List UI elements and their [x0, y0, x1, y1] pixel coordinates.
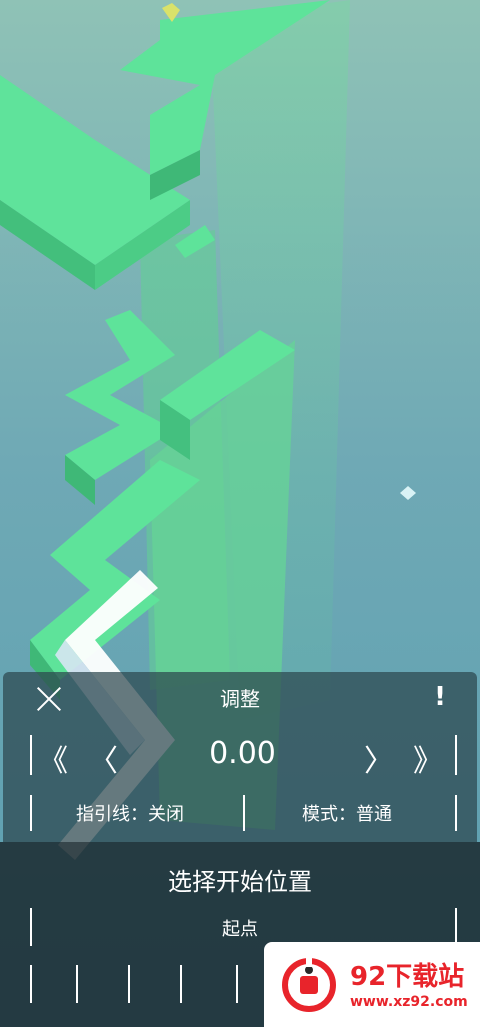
checkpoint-marker[interactable] — [236, 965, 238, 1003]
checkpoint-marker[interactable] — [30, 965, 32, 1003]
divider — [455, 795, 457, 831]
checkpoint-marker[interactable] — [128, 965, 130, 1003]
checkpoint-marker[interactable] — [180, 965, 182, 1003]
start-position-title: 选择开始位置 — [168, 868, 312, 896]
step-back-button[interactable]: 〈 — [88, 736, 118, 780]
mode-toggle[interactable]: 模式：普通 — [302, 800, 392, 826]
watermark-title: 92下载站 — [350, 962, 465, 992]
divider — [455, 735, 457, 775]
guideline-toggle[interactable]: 指引线：关闭 — [76, 800, 184, 826]
adjust-title: 调整 — [220, 687, 260, 711]
checkpoint-marker[interactable] — [76, 965, 78, 1003]
step-forward-button[interactable]: 〉 — [364, 736, 394, 780]
watermark-url: www.xz92.com — [350, 994, 468, 1010]
warning-button[interactable]: ! — [430, 682, 450, 712]
divider — [455, 908, 457, 946]
floating-cube — [400, 486, 416, 500]
step-back-fast-button[interactable]: 《 — [38, 736, 68, 780]
close-icon[interactable] — [36, 686, 62, 712]
step-forward-fast-button[interactable]: 》 — [413, 736, 443, 780]
divider — [30, 735, 32, 775]
divider — [243, 795, 245, 831]
offset-value: 0.00 — [209, 736, 276, 771]
watermark: 92下载站 www.xz92.com — [264, 942, 480, 1027]
divider — [30, 795, 32, 831]
start-point-button[interactable]: 起点 — [0, 915, 480, 941]
gamepad-logo-icon — [282, 957, 336, 1012]
